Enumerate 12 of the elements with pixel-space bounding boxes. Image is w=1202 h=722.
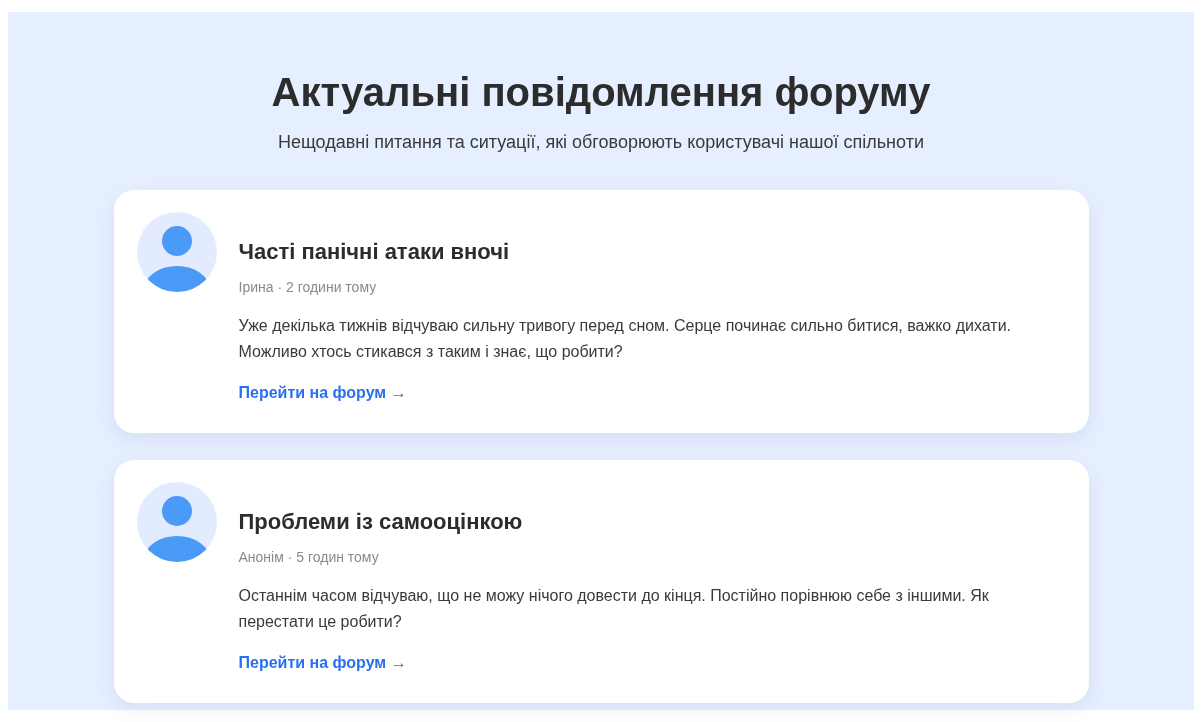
post-title: Проблеми із самооцінкою xyxy=(238,509,523,535)
section-title: Актуальні повідомлення форуму xyxy=(271,70,931,114)
post-text: Уже декілька тижнів відчуваю сильну тривогу перед сном. Серце починає сильно битися, важко дихати. Можливо хтось стикався з таким і знає, що робити? xyxy=(238,316,1012,362)
user-avatar-icon xyxy=(136,212,217,292)
post-title: Часті панічні атаки вночі xyxy=(238,239,510,265)
post-text: Останнім часом відчуваю, що не можу нічого довести до кінця. Постійно порівнюю себе з іншими. Як перестати це робити? xyxy=(238,586,990,632)
user-avatar-icon xyxy=(136,482,217,562)
post-meta: Анонім · 5 годин тому xyxy=(238,549,379,565)
section-subtitle: Нещодавні питання та ситуації, які обговорюють користувачі нашої спільноти xyxy=(278,132,924,153)
post-meta: Ірина · 2 години тому xyxy=(238,279,377,295)
forum-link[interactable]: Перейти на форум → xyxy=(238,654,407,672)
forum-link[interactable]: Перейти на форум → xyxy=(238,384,407,402)
